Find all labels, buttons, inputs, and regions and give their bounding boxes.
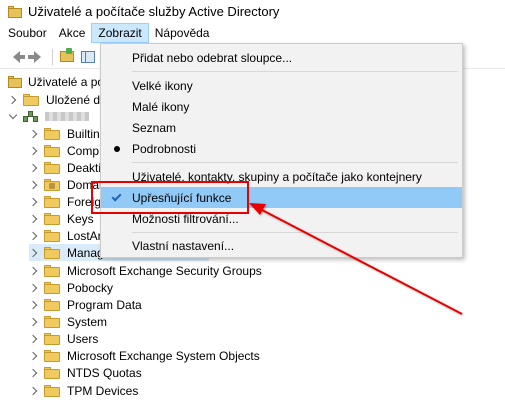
- aduc-window: Uživatelé a počítače služby Active Direc…: [0, 0, 505, 413]
- annotation-arrow-icon: [249, 203, 463, 315]
